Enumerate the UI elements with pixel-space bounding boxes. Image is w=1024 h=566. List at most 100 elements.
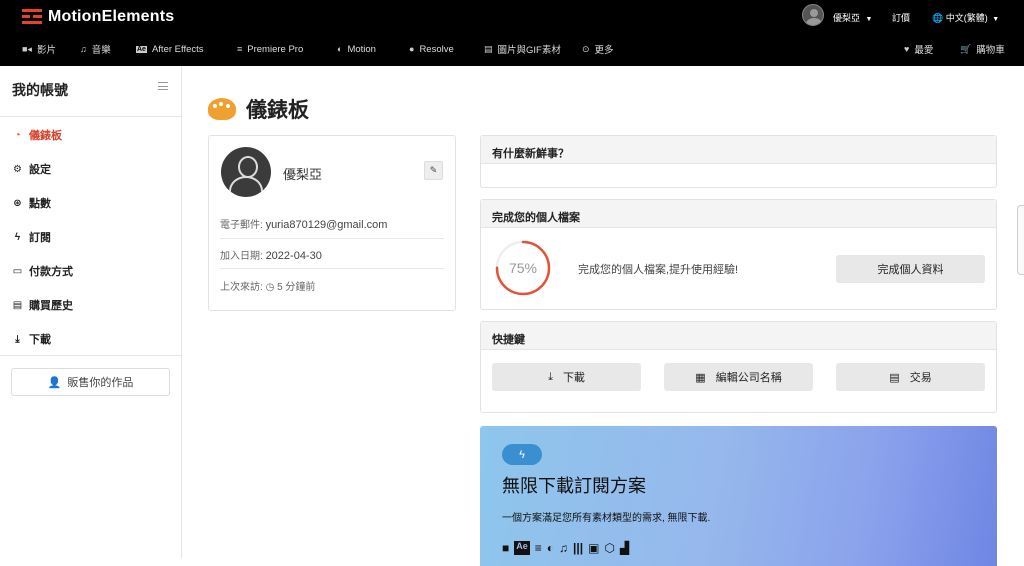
button-label: 交易 xyxy=(909,372,932,384)
divider xyxy=(220,268,444,269)
avatar xyxy=(221,147,271,197)
card-title: 快捷鍵 xyxy=(481,322,996,350)
music-icon: ♫ xyxy=(80,44,87,54)
joined-row: 加入日期: 2022-04-30 xyxy=(220,247,444,262)
profile-card: 優梨亞 ✎ 電子郵件: yuria870129@gmail.com 加入日期: … xyxy=(208,135,456,311)
promo-subtitle: 一個方案滿足您所有素材類型的需求, 無限下載. xyxy=(502,513,711,524)
image-icon: ▤ xyxy=(484,43,493,54)
edit-profile-button[interactable]: ✎ xyxy=(424,161,443,180)
sidebar-item-downloads[interactable]: ⤓ 下載 xyxy=(12,331,51,347)
shortcut-transactions-button[interactable]: ▤ 交易 xyxy=(836,363,985,391)
download-icon: ⤓ xyxy=(15,333,20,345)
clock-icon: ◷ xyxy=(265,282,275,293)
sidebar-item-label: 下載 xyxy=(29,334,51,346)
profile-completion-card: 完成您的個人檔案 75% 完成您的個人檔案,提升使用經驗! 完成個人資料 xyxy=(480,199,997,310)
completion-message: 完成您的個人檔案,提升使用經驗! xyxy=(578,264,739,276)
template-icon: ▟ xyxy=(619,541,630,555)
category-nav: ■◂ 影片 ♫ 音樂 Ae After Effects ≡ Premiere P… xyxy=(0,38,1024,60)
download-icon: ⤓ xyxy=(548,370,553,383)
nav-label: After Effects xyxy=(151,43,204,55)
sidebar-item-points[interactable]: ⊛ 點數 xyxy=(12,195,51,211)
last-visit-value: 5 分鐘前 xyxy=(277,282,316,293)
card-title: 有什麼新鮮事？ xyxy=(481,136,996,164)
divider xyxy=(0,116,182,117)
nav-item-motion[interactable]: ◐ Motion xyxy=(337,44,376,55)
sidebar-item-label: 設定 xyxy=(29,164,51,176)
dashboard-icon: ◔ xyxy=(14,129,21,141)
divider xyxy=(0,355,182,356)
music-icon: ♫ xyxy=(559,541,569,555)
image-icon: ▣ xyxy=(588,541,600,555)
cube-icon: ⬡ xyxy=(604,541,615,555)
video-icon: ■ xyxy=(502,541,510,555)
bolt-icon: ϟ xyxy=(502,444,542,465)
after-effects-icon: Ae xyxy=(136,45,147,53)
nav-label: Motion xyxy=(347,43,376,55)
email-row: 電子郵件: yuria870129@gmail.com xyxy=(220,216,444,231)
email-value: yuria870129@gmail.com xyxy=(265,219,388,231)
subscription-promo-banner[interactable]: ϟ 無限下載訂閱方案 一個方案滿足您所有素材類型的需求, 無限下載. ■ Ae … xyxy=(480,426,997,566)
whats-new-card: 有什麼新鮮事？ xyxy=(480,135,997,188)
nav-item-after-effects[interactable]: Ae After Effects xyxy=(136,44,204,55)
sound-wave-icon: ||| xyxy=(573,541,584,555)
avatar[interactable] xyxy=(802,4,824,26)
nav-item-images[interactable]: ▤ 圖片與GIF素材 xyxy=(484,42,561,57)
receipt-icon: ▤ xyxy=(12,299,23,311)
sidebar-title: 我的帳號 xyxy=(12,82,68,98)
sell-your-work-button[interactable]: 👤 販售你的作品 xyxy=(11,368,170,396)
progress-percent: 75% xyxy=(508,260,538,276)
user-icon: 👤 xyxy=(47,376,62,389)
nav-item-resolve[interactable]: ● Resolve xyxy=(409,44,454,55)
nav-item-video[interactable]: ■◂ 影片 xyxy=(22,42,56,57)
nav-label: 圖片與GIF素材 xyxy=(497,45,561,56)
nav-item-more[interactable]: ⊙ 更多 xyxy=(582,42,614,57)
favorites-label: 最愛 xyxy=(914,45,934,56)
more-icon: ⊙ xyxy=(582,43,590,54)
complete-profile-button[interactable]: 完成個人資料 xyxy=(836,255,985,283)
favorites-link[interactable]: ♥ 最愛 xyxy=(904,42,933,56)
nav-item-music[interactable]: ♫ 音樂 xyxy=(80,42,111,56)
sidebar-item-subscription[interactable]: ϟ 訂閱 xyxy=(12,229,51,245)
email-label: 電子郵件: xyxy=(220,220,263,231)
account-sidebar: 我的帳號 ◔ 儀錶板 ⚙ 設定 ⊛ 點數 ϟ 訂閱 ▭ 付款方式 ▤ 購買歷史 … xyxy=(0,66,182,558)
sell-button-label: 販售你的作品 xyxy=(67,377,134,389)
shortcut-download-button[interactable]: ⤓ 下載 xyxy=(492,363,641,391)
page-header: 儀錶板 xyxy=(208,94,309,124)
premiere-pro-icon: ≡ xyxy=(534,541,542,555)
nav-label: 更多 xyxy=(594,45,614,56)
language-selector[interactable]: 🌐 中文(繁體) ▼ xyxy=(932,11,999,24)
chevron-down-icon: ▼ xyxy=(865,16,873,23)
sidebar-item-payment[interactable]: ▭ 付款方式 xyxy=(12,263,73,279)
last-visit-row: 上次來訪: ◷ 5 分鐘前 xyxy=(220,278,444,293)
cart-icon: 🛒 xyxy=(960,43,972,54)
nav-item-premiere-pro[interactable]: ≡ Premiere Pro xyxy=(237,44,303,55)
pricing-link[interactable]: 訂價 xyxy=(892,11,910,24)
button-label: 完成個人資料 xyxy=(877,264,944,276)
card-title: 完成您的個人檔案 xyxy=(481,200,996,228)
premiere-pro-icon: ≡ xyxy=(237,44,243,54)
globe-icon: 🌐 xyxy=(932,13,944,23)
credit-card-icon: ▭ xyxy=(12,265,23,277)
sidebar-item-label: 訂閱 xyxy=(29,232,51,244)
card-body: 75% 完成您的個人檔案,提升使用經驗! 完成個人資料 xyxy=(481,229,996,309)
logo[interactable]: MotionElements xyxy=(22,8,174,26)
nav-label: Resolve xyxy=(419,43,454,55)
last-visit-label: 上次來訪: xyxy=(220,282,263,293)
sidebar-item-purchase-history[interactable]: ▤ 購買歷史 xyxy=(12,297,73,313)
sidebar-item-label: 付款方式 xyxy=(29,266,73,278)
after-effects-icon: Ae xyxy=(514,541,530,555)
joined-value: 2022-04-30 xyxy=(265,250,322,262)
resolve-icon: ● xyxy=(409,44,415,54)
points-icon: ⊛ xyxy=(13,197,22,209)
user-name: 優梨亞 xyxy=(833,13,861,23)
user-name-menu[interactable]: 優梨亞 ▼ xyxy=(833,11,872,24)
cart-link[interactable]: 🛒 購物車 xyxy=(960,42,1005,57)
video-icon: ■◂ xyxy=(22,43,32,54)
shortcut-edit-company-button[interactable]: ▦ 編輯公司名稱 xyxy=(664,363,813,391)
joined-label: 加入日期: xyxy=(220,251,263,262)
feedback-tab[interactable] xyxy=(1017,205,1024,275)
sidebar-item-dashboard[interactable]: ◔ 儀錶板 xyxy=(12,127,62,143)
nav-label: 音樂 xyxy=(91,45,111,56)
menu-icon[interactable] xyxy=(158,82,168,90)
sidebar-item-settings[interactable]: ⚙ 設定 xyxy=(12,161,51,177)
